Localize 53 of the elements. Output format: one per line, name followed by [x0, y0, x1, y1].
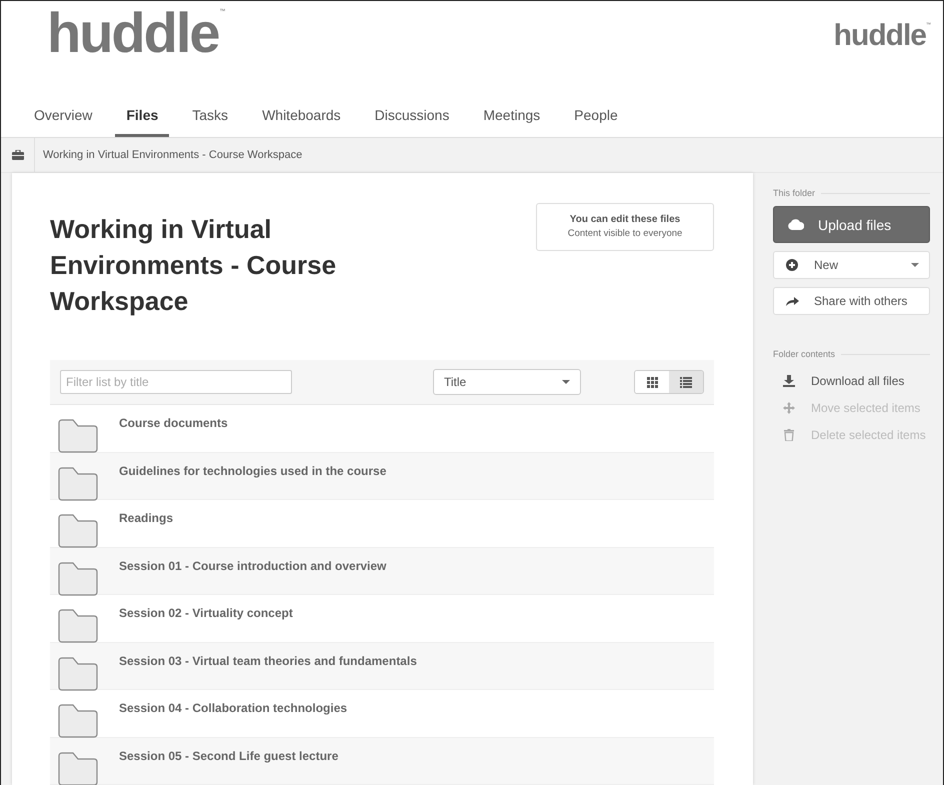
folder-name[interactable]: Session 02 - Virtuality concept: [119, 606, 293, 620]
folder-icon: [58, 514, 98, 548]
folder-row[interactable]: Session 01 - Course introduction and overview: [50, 548, 714, 595]
download-link[interactable]: Download all files: [773, 367, 930, 394]
download-icon: [783, 374, 795, 386]
upload-button[interactable]: Upload files: [773, 206, 930, 243]
folder-name[interactable]: Readings: [119, 511, 174, 525]
list-view-button[interactable]: [669, 371, 703, 393]
list-icon: [680, 376, 692, 388]
trash-icon: [784, 428, 794, 440]
nav-tab[interactable]: Whiteboards: [251, 99, 352, 137]
huddle-logo: huddle$^{™}$: [47, 7, 226, 59]
section-heading: This folder: [773, 188, 816, 198]
folder-icon: [58, 704, 98, 738]
sort-dropdown[interactable]: Title: [433, 369, 581, 395]
new-dropdown[interactable]: New: [773, 251, 930, 279]
workspace-title: Working in Virtual Environments - Course Workspace: [50, 213, 338, 318]
folder-name[interactable]: Session 04 - Collaboration technologies: [119, 701, 348, 715]
move-icon: [783, 402, 795, 414]
nav-tab[interactable]: People: [563, 99, 629, 137]
huddle-logo: huddle$^{™}$: [834, 21, 931, 51]
permissions-subtitle: Content visible to everyone: [566, 228, 684, 239]
permissions-title: You can edit these files: [568, 214, 682, 225]
folder-icon: [58, 656, 98, 690]
folder-row[interactable]: Session 03 - Virtual team theories and fundamentals: [50, 642, 714, 690]
folder-name[interactable]: Session 05 - Second Life guest lecture: [119, 748, 338, 762]
folder-icon: [58, 609, 98, 643]
grid-icon: [646, 376, 658, 388]
share-button[interactable]: Share with others: [773, 287, 930, 315]
breadcrumb-link[interactable]: Working in Virtual Environments - Course Workspace: [43, 149, 302, 161]
folder-icon: [58, 419, 98, 453]
section-heading: Folder contents: [773, 349, 836, 359]
caret-icon: [562, 380, 570, 384]
cloud-icon: [788, 219, 804, 230]
folder-name[interactable]: Course documents: [119, 416, 228, 430]
filter-field[interactable]: Filter list by title: [60, 370, 292, 394]
caret-icon: [911, 263, 919, 267]
folder-name[interactable]: Guidelines for technologies used in the course: [119, 464, 386, 478]
nav-tab[interactable]: Overview: [23, 99, 104, 137]
plus-icon: [786, 259, 798, 271]
folder-name[interactable]: Session 01 - Course introduction and overview: [119, 558, 386, 572]
nav-tab[interactable]: Tasks: [181, 99, 240, 137]
folder-icon: [58, 466, 98, 500]
nav-tab[interactable]: Meetings: [472, 99, 552, 137]
folder-icon: [58, 562, 98, 596]
nav-tab[interactable]: Discussions: [364, 99, 460, 137]
folder-name[interactable]: Session 03 - Virtual team theories and fundamentals: [119, 654, 417, 668]
share-arrow-icon: [786, 296, 798, 306]
folder-icon: [58, 752, 98, 785]
briefcase-icon: [12, 150, 24, 160]
grid-view-button[interactable]: [635, 371, 669, 393]
folder-row[interactable]: Session 05 - Second Life guest lecture: [50, 738, 714, 785]
folder-row[interactable]: Guidelines for technologies used in the course: [50, 452, 714, 500]
